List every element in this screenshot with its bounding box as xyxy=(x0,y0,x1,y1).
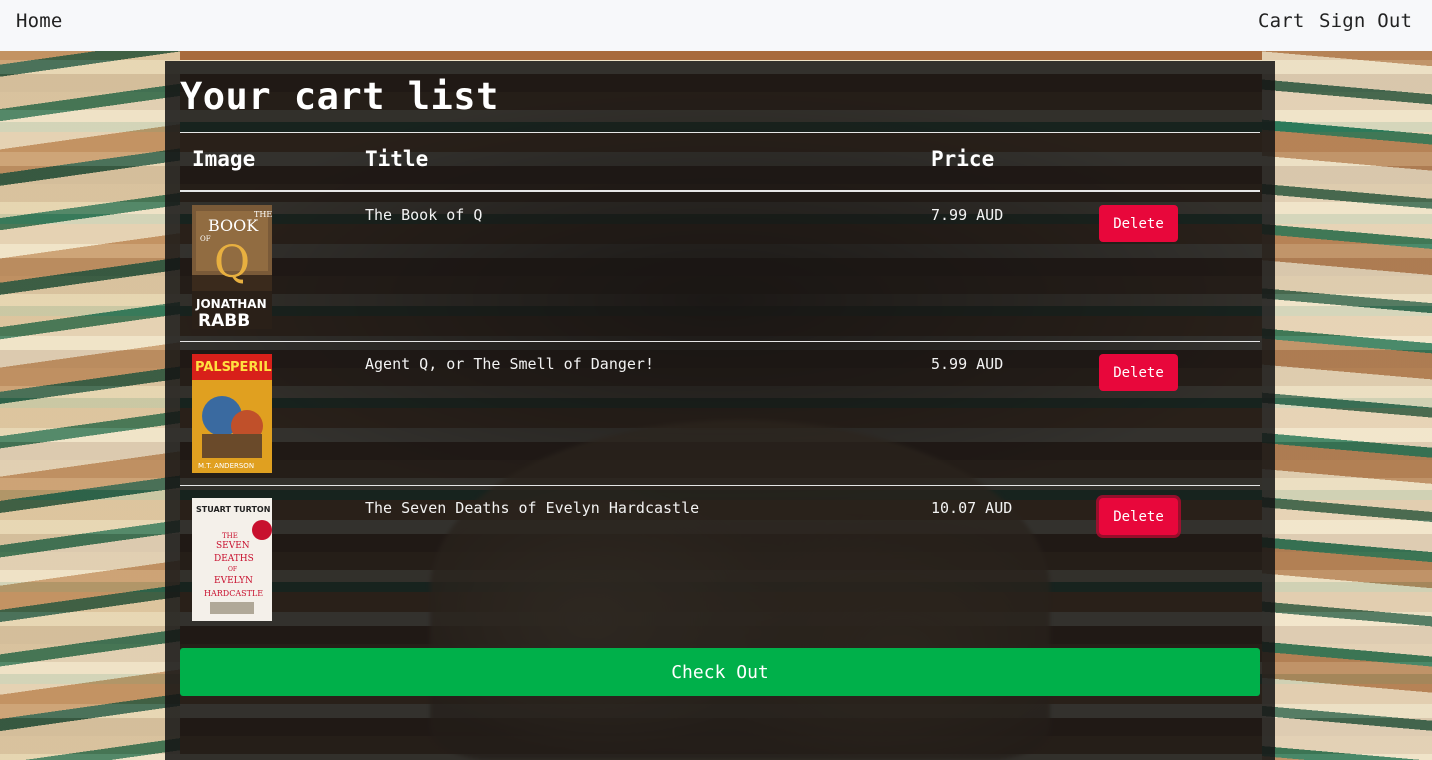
book-cover-image: STUART TURTON THE SEVEN DEATHS OF EVELYN… xyxy=(192,498,272,621)
svg-text:OF: OF xyxy=(200,235,211,243)
item-title: The Book of Q xyxy=(365,206,483,224)
item-price: 5.99 AUD xyxy=(931,355,1004,373)
svg-text:JONATHAN: JONATHAN xyxy=(195,297,267,311)
table-row: STUART TURTON THE SEVEN DEATHS OF EVELYN… xyxy=(180,486,1260,626)
item-price: 7.99 AUD xyxy=(931,206,1004,224)
svg-text:HARDCASTLE: HARDCASTLE xyxy=(204,589,263,598)
item-title: The Seven Deaths of Evelyn Hardcastle xyxy=(365,499,700,517)
page-title: Your cart list xyxy=(180,75,499,118)
table-row: PALS PERIL M.T. ANDERSON Agent Q, or The… xyxy=(180,342,1260,485)
svg-text:M.T. ANDERSON: M.T. ANDERSON xyxy=(198,462,254,470)
header-image: Image xyxy=(192,147,256,171)
table-top-divider xyxy=(180,132,1260,133)
svg-text:THE: THE xyxy=(222,532,238,540)
svg-text:EVELYN: EVELYN xyxy=(214,576,253,586)
book-cover-image: THE BOOK OF Q JONATHAN RABB xyxy=(192,205,272,329)
svg-text:OF: OF xyxy=(228,566,237,573)
header-title: Title xyxy=(365,147,429,171)
nav-home-link[interactable]: Home xyxy=(16,10,63,32)
svg-text:DEATHS: DEATHS xyxy=(214,554,254,564)
delete-button[interactable]: Delete xyxy=(1099,354,1178,391)
header-price: Price xyxy=(931,147,995,171)
delete-button[interactable]: Delete xyxy=(1099,498,1178,535)
svg-text:PERIL: PERIL xyxy=(230,360,272,375)
navbar: Home Cart Sign Out xyxy=(0,0,1432,51)
nav-cart-link[interactable]: Cart xyxy=(1258,10,1305,32)
svg-text:BOOK: BOOK xyxy=(208,216,259,235)
checkout-button[interactable]: Check Out xyxy=(180,648,1260,696)
svg-text:STUART TURTON: STUART TURTON xyxy=(196,505,270,514)
delete-button[interactable]: Delete xyxy=(1099,205,1178,242)
book-cover-image: PALS PERIL M.T. ANDERSON xyxy=(192,354,272,473)
svg-text:Q: Q xyxy=(214,237,250,288)
table-row: THE BOOK OF Q JONATHAN RABB The Book of … xyxy=(180,192,1260,341)
item-title: Agent Q, or The Smell of Danger! xyxy=(365,355,654,373)
item-price: 10.07 AUD xyxy=(931,499,1013,517)
svg-text:SEVEN: SEVEN xyxy=(216,541,250,551)
svg-text:RABB: RABB xyxy=(198,311,250,329)
svg-text:PALS: PALS xyxy=(195,360,231,375)
cart-panel: Your cart list Image Title Price THE BOO… xyxy=(165,61,1275,760)
nav-sign-out-link[interactable]: Sign Out xyxy=(1319,10,1412,32)
